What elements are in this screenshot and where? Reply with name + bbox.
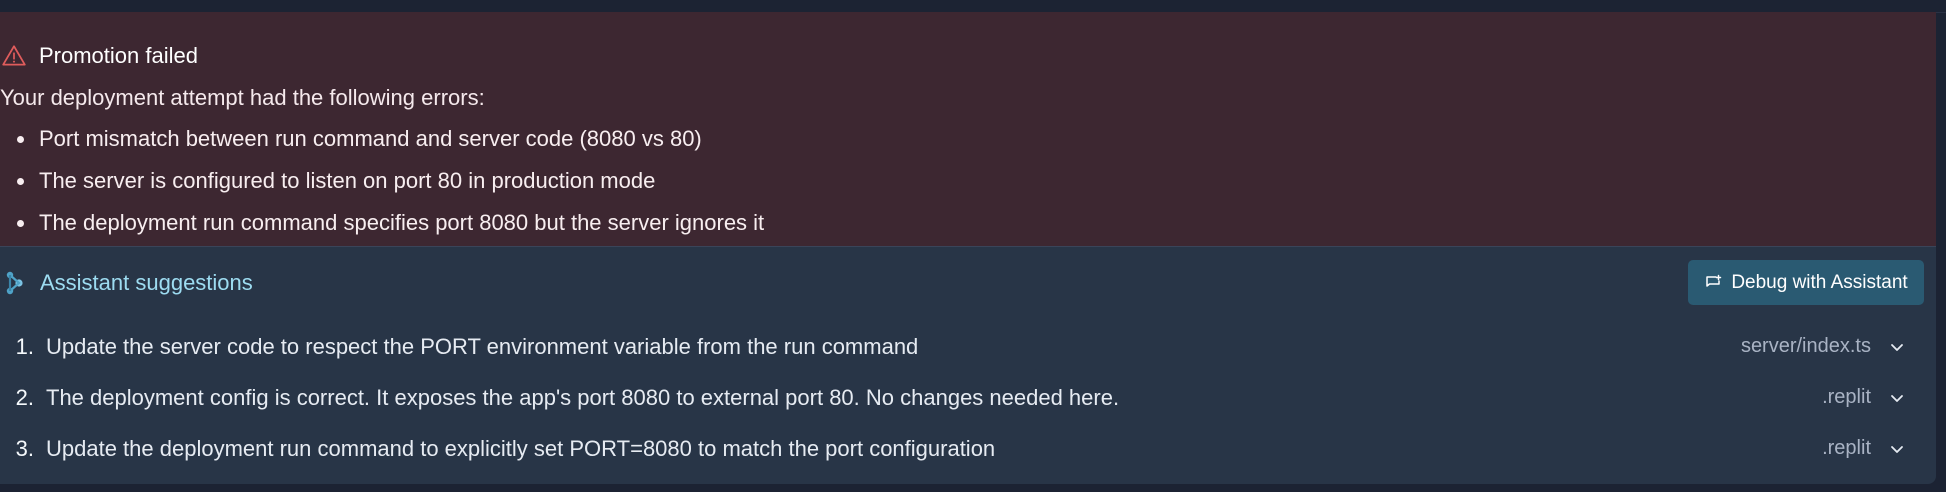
- deployment-result-panel: Promotion failed Your deployment attempt…: [0, 12, 1936, 484]
- assistant-header: Assistant suggestions Debug with Assista…: [0, 259, 1936, 307]
- bullet: [17, 135, 24, 143]
- suggestion-row[interactable]: 2. The deployment config is correct. It …: [0, 372, 1936, 423]
- error-item-text: Port mismatch between run command and se…: [39, 126, 702, 151]
- error-list: Port mismatch between run command and se…: [0, 118, 764, 244]
- error-item-text: The deployment run command specifies por…: [39, 210, 765, 235]
- error-item: The server is configured to listen on po…: [0, 160, 764, 202]
- assistant-icon: [6, 271, 23, 295]
- error-section: Promotion failed Your deployment attempt…: [0, 12, 1936, 246]
- suggestion-row[interactable]: 1. Update the server code to respect the…: [0, 321, 1936, 372]
- debug-button-label: Debug with Assistant: [1731, 271, 1908, 293]
- error-item: The deployment run command specifies por…: [0, 202, 764, 244]
- error-intro: Your deployment attempt had the followin…: [0, 85, 485, 110]
- debug-with-assistant-button[interactable]: Debug with Assistant: [1688, 260, 1924, 305]
- suggestion-file: .replit: [1822, 437, 1871, 459]
- error-title: Promotion failed: [39, 43, 198, 68]
- suggestion-file: .replit: [1822, 386, 1871, 408]
- error-item-text: The server is configured to listen on po…: [39, 168, 656, 193]
- bullet: [17, 177, 24, 185]
- suggestion-number: 3.: [15, 435, 34, 461]
- suggestion-text: The deployment config is correct. It exp…: [46, 384, 1120, 410]
- chevron-down-icon[interactable]: [1888, 389, 1906, 407]
- chat-icon: [1706, 274, 1722, 287]
- assistant-section: Assistant suggestions Debug with Assista…: [0, 246, 1936, 484]
- bullet: [17, 219, 24, 227]
- suggestion-file: server/index.ts: [1740, 335, 1871, 357]
- suggestions-list: 1. Update the server code to respect the…: [0, 321, 1936, 474]
- warning-icon: [2, 45, 26, 66]
- suggestion-row[interactable]: 3. Update the deployment run command to …: [0, 423, 1936, 474]
- chevron-down-icon[interactable]: [1888, 440, 1906, 458]
- assistant-title: Assistant suggestions: [40, 270, 253, 295]
- suggestion-number: 2.: [15, 384, 34, 410]
- error-item: Port mismatch between run command and se…: [0, 118, 764, 160]
- suggestion-text: Update the deployment run command to exp…: [46, 435, 996, 461]
- chevron-down-icon[interactable]: [1888, 338, 1906, 356]
- suggestion-number: 1.: [15, 333, 34, 359]
- suggestion-text: Update the server code to respect the PO…: [46, 333, 919, 359]
